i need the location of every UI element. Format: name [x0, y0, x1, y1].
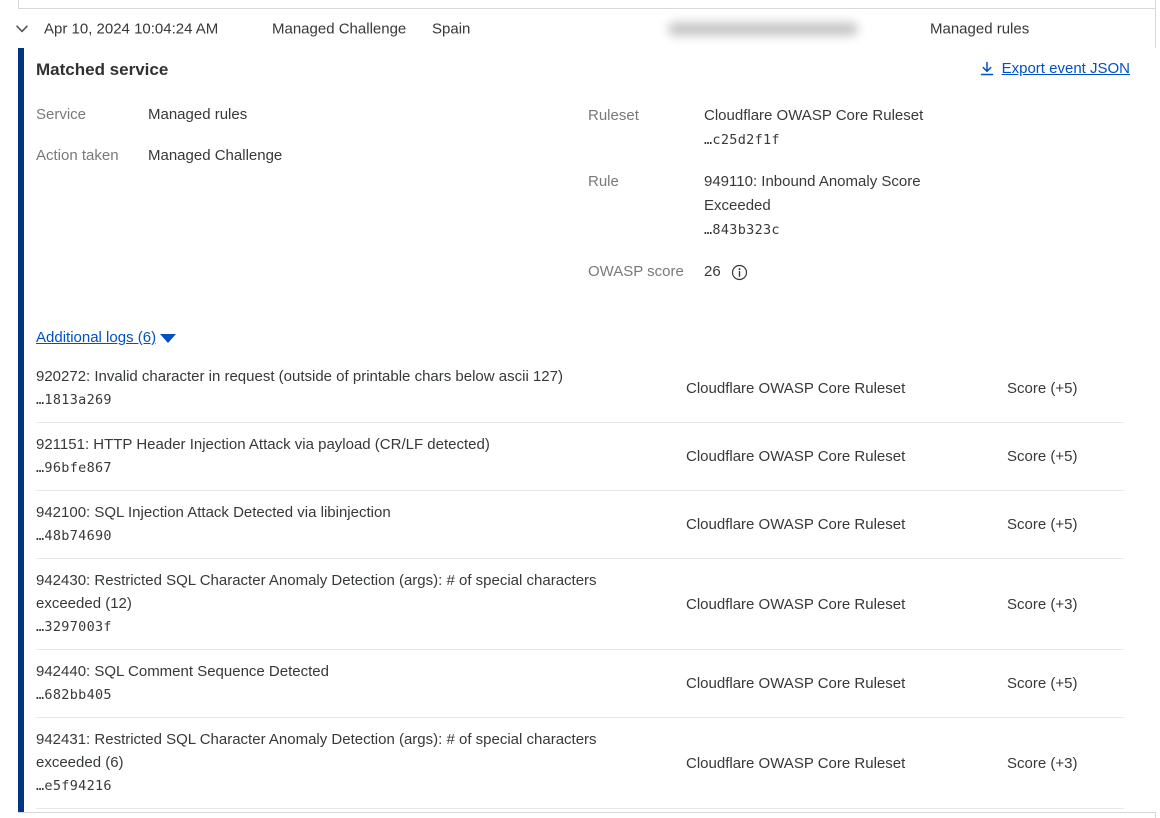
event-service: Managed rules [930, 20, 1029, 37]
ruleset-id-hash: …c25d2f1f [704, 128, 923, 152]
owasp-score-value: 26 [704, 260, 721, 284]
log-rule-hash: …1813a269 [36, 388, 626, 412]
action-taken-field: Action taken Managed Challenge [36, 145, 588, 166]
log-rule-hash: …48b74690 [36, 524, 626, 548]
additional-log-row: 942431: Restricted SQL Character Anomaly… [36, 718, 1124, 809]
export-event-json-link[interactable]: Export event JSON [979, 58, 1130, 80]
event-country: Spain [432, 20, 470, 37]
rule-value: 949110: Inbound Anomaly Score Exceeded [704, 173, 921, 214]
caret-down-icon[interactable] [160, 334, 176, 343]
log-score: Score (+3) [1007, 596, 1124, 613]
log-ruleset: Cloudflare OWASP Core Ruleset [686, 675, 1007, 692]
log-description: 920272: Invalid character in request (ou… [36, 368, 563, 385]
owasp-score-label: OWASP score [588, 260, 704, 284]
log-description: 942430: Restricted SQL Character Anomaly… [36, 572, 597, 612]
matched-service-fields: Service Managed rules Action taken Manag… [36, 104, 1130, 302]
log-description: 921151: HTTP Header Injection Attack via… [36, 436, 490, 453]
log-description: 942100: SQL Injection Attack Detected vi… [36, 504, 391, 521]
rule-field: Rule 949110: Inbound Anomaly Score Excee… [588, 170, 1130, 242]
event-detail-panel: Matched service Export event JSON Servic… [18, 48, 1156, 812]
owasp-score-field: OWASP score 26 [588, 260, 1130, 284]
firewall-events-log: Apr 10, 2024 10:04:24 AM Managed Challen… [0, 0, 1160, 818]
panel-title: Matched service [36, 58, 168, 82]
event-action: Managed Challenge [272, 20, 406, 37]
ruleset-field: Ruleset Cloudflare OWASP Core Ruleset …c… [588, 104, 1130, 152]
redacted-hostname [668, 22, 858, 35]
chevron-down-icon[interactable] [13, 20, 31, 38]
log-ruleset: Cloudflare OWASP Core Ruleset [686, 596, 1007, 613]
log-description: 942440: SQL Comment Sequence Detected [36, 663, 329, 680]
service-value: Managed rules [148, 104, 247, 125]
export-event-json-label: Export event JSON [1002, 58, 1130, 80]
additional-log-row: 921151: HTTP Header Injection Attack via… [36, 423, 1124, 491]
service-field: Service Managed rules [36, 104, 588, 125]
log-score: Score (+5) [1007, 448, 1124, 465]
action-taken-value: Managed Challenge [148, 145, 282, 166]
event-row[interactable]: Apr 10, 2024 10:04:24 AM Managed Challen… [0, 9, 1156, 48]
log-ruleset: Cloudflare OWASP Core Ruleset [686, 380, 1007, 397]
additional-log-row: 942100: SQL Injection Attack Detected vi… [36, 491, 1124, 559]
log-description: 942431: Restricted SQL Character Anomaly… [36, 731, 597, 771]
service-label: Service [36, 104, 148, 125]
rule-label: Rule [588, 170, 704, 242]
additional-log-row: 942440: SQL Comment Sequence Detected …6… [36, 650, 1124, 718]
rule-id-hash: …843b323c [704, 218, 944, 242]
event-timestamp: Apr 10, 2024 10:04:24 AM [44, 20, 218, 37]
log-rule-hash: …96bfe867 [36, 456, 626, 480]
log-ruleset: Cloudflare OWASP Core Ruleset [686, 448, 1007, 465]
additional-logs-table: 920272: Invalid character in request (ou… [36, 355, 1124, 809]
log-ruleset: Cloudflare OWASP Core Ruleset [686, 516, 1007, 533]
additional-log-row: 942430: Restricted SQL Character Anomaly… [36, 559, 1124, 650]
log-score: Score (+5) [1007, 380, 1124, 397]
log-rule-hash: …e5f94216 [36, 774, 626, 798]
additional-logs-toggle[interactable]: Additional logs (6) [36, 327, 156, 348]
info-icon[interactable] [731, 264, 748, 281]
log-score: Score (+5) [1007, 675, 1124, 692]
ruleset-value: Cloudflare OWASP Core Ruleset [704, 107, 923, 124]
log-score: Score (+3) [1007, 755, 1124, 772]
additional-log-row: 920272: Invalid character in request (ou… [36, 355, 1124, 423]
ruleset-label: Ruleset [588, 104, 704, 152]
table-left-border [18, 0, 19, 8]
log-rule-hash: …682bb405 [36, 683, 626, 707]
log-score: Score (+5) [1007, 516, 1124, 533]
download-icon [979, 61, 995, 77]
table-bottom-border [18, 812, 1156, 813]
log-ruleset: Cloudflare OWASP Core Ruleset [686, 755, 1007, 772]
action-taken-label: Action taken [36, 145, 148, 166]
log-rule-hash: …3297003f [36, 615, 626, 639]
